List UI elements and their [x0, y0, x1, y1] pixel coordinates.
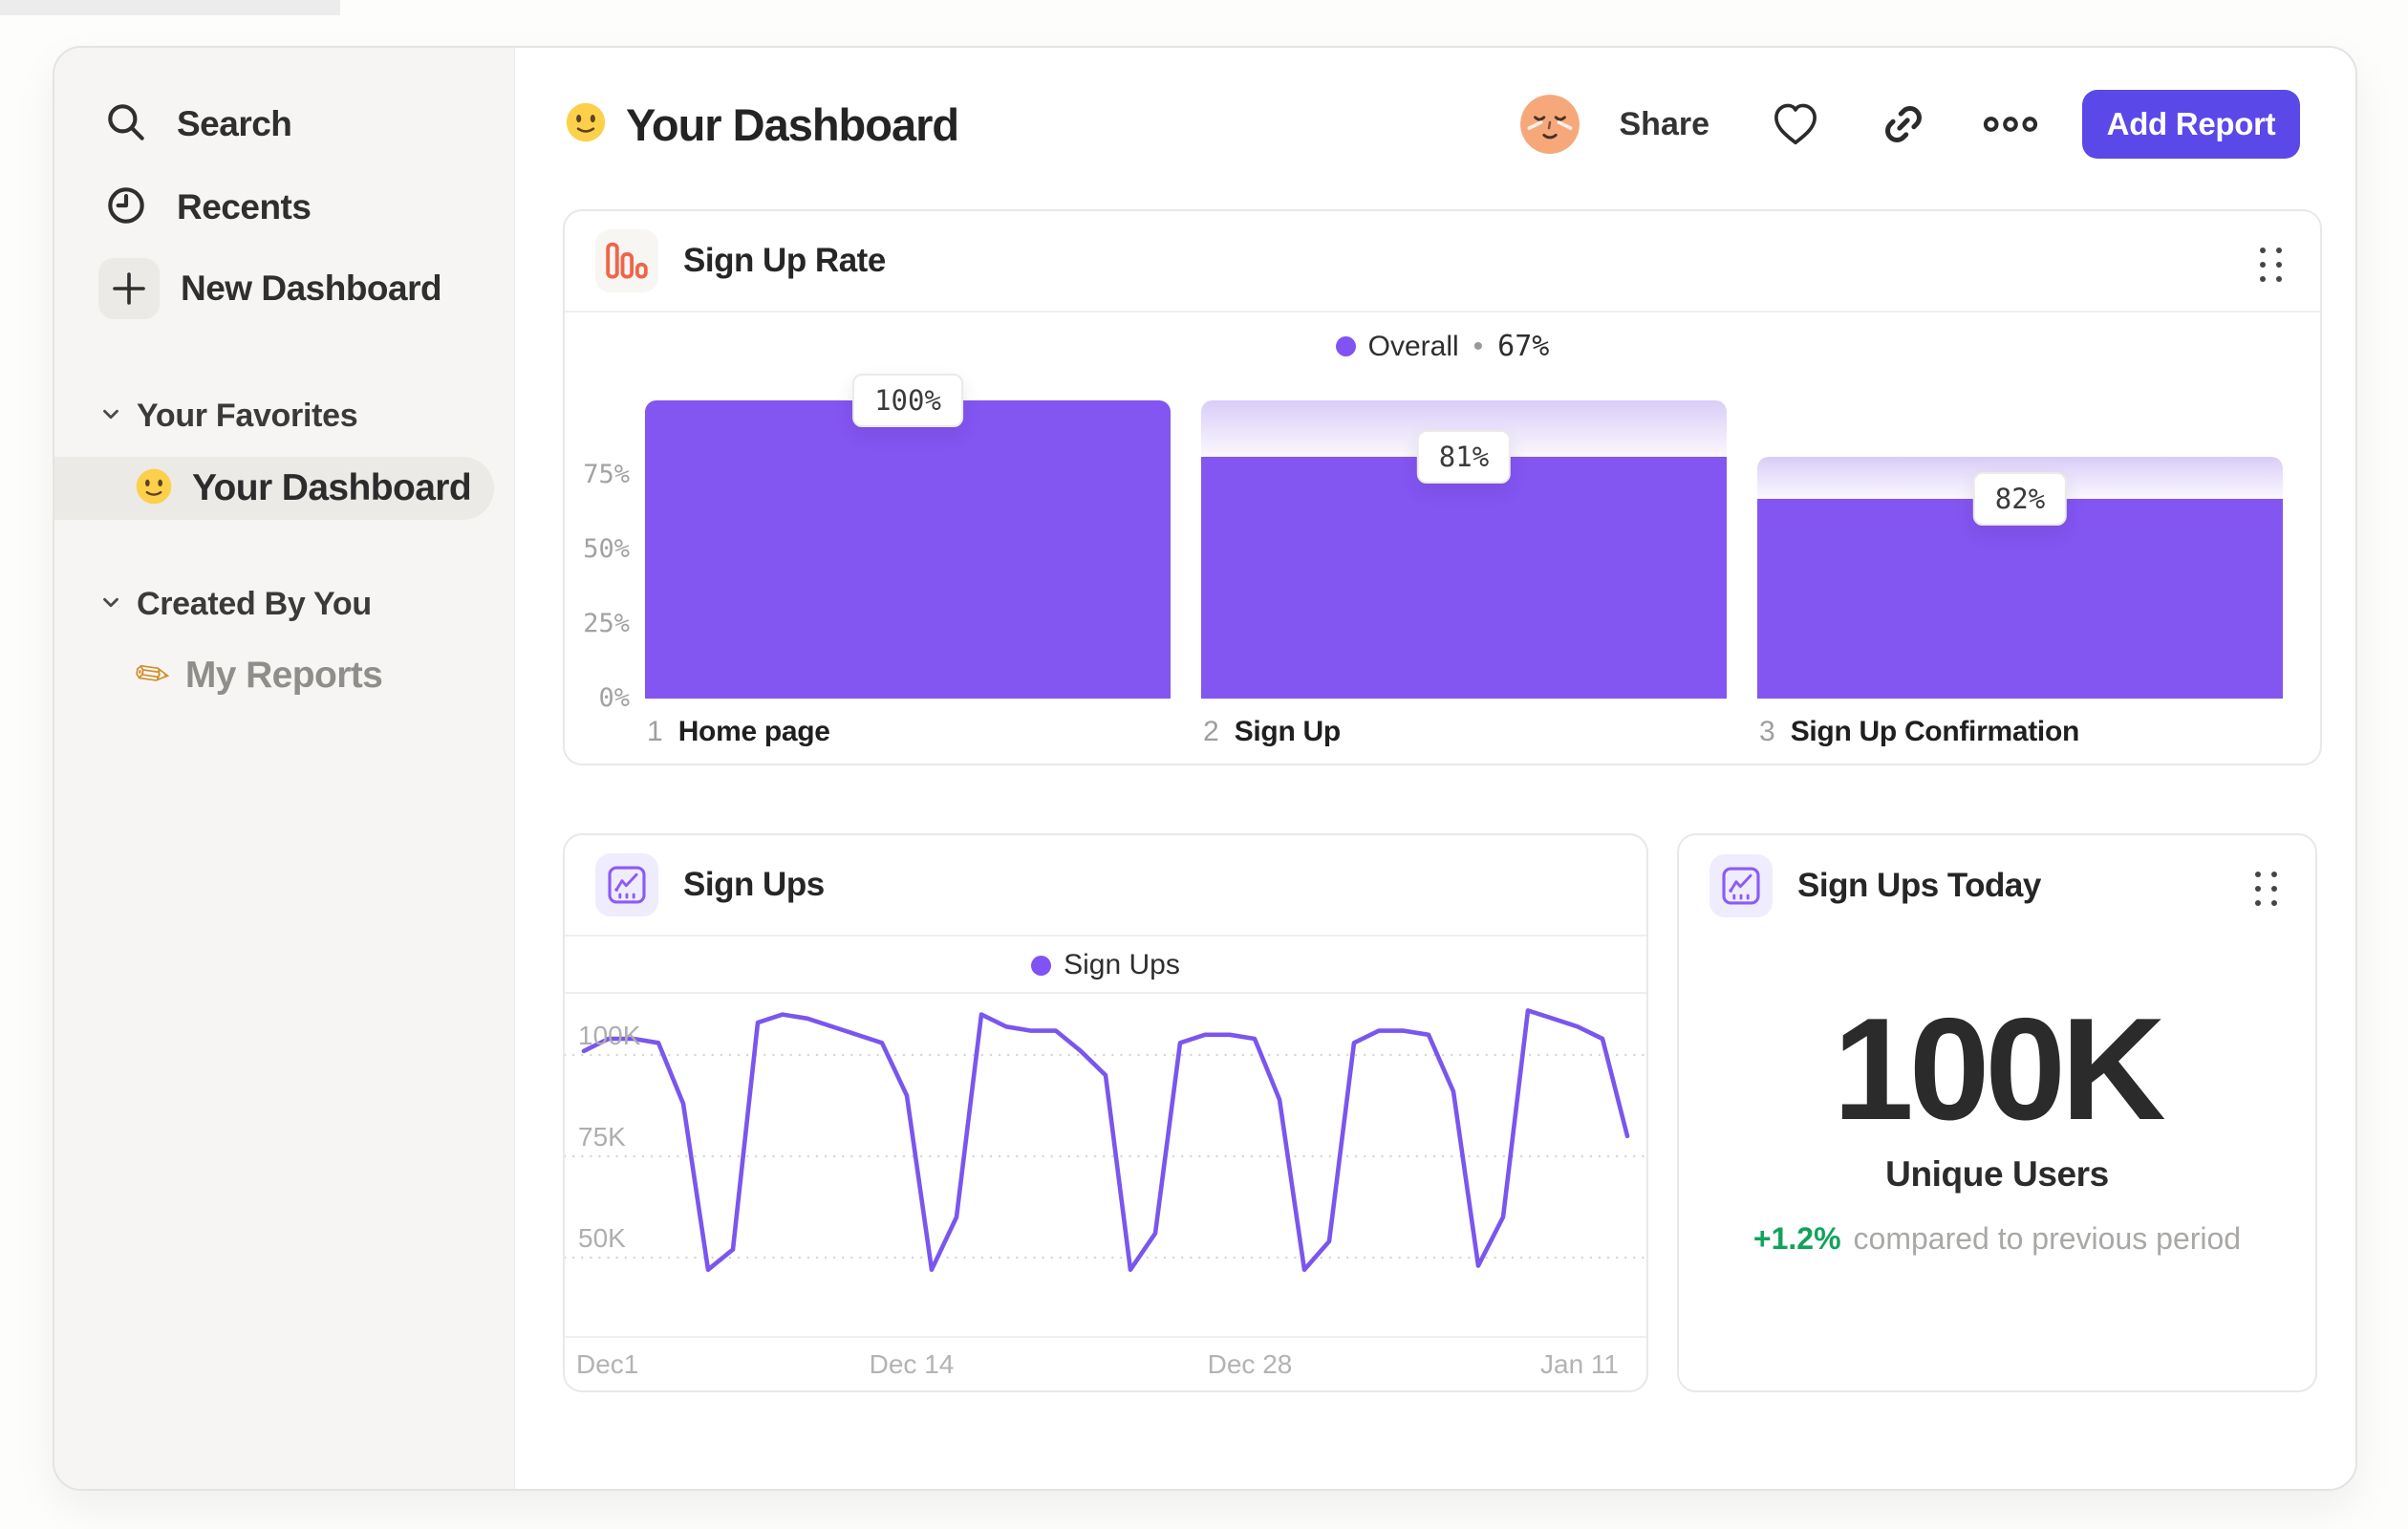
sign-ups-line-chart[interactable] — [565, 835, 1650, 1394]
x-tick: Dec 14 — [869, 1349, 955, 1379]
line-chart-icon — [1709, 854, 1773, 917]
legend-value: 67% — [1497, 330, 1550, 363]
y-tick: 75% — [583, 460, 630, 489]
sidebar-item-label: Recents — [177, 187, 312, 226]
funnel-legend: Overall • 67% — [565, 330, 2320, 363]
heart-icon[interactable] — [1769, 99, 1822, 149]
step-name: Sign Up Confirmation — [1790, 716, 2080, 747]
delta-context: compared to previous period — [1853, 1221, 2242, 1256]
y-tick: 50K — [578, 1223, 626, 1253]
funnel-bar-sign-up-confirmation[interactable]: 82% — [1757, 400, 2283, 699]
sidebar-item-label: My Reports — [184, 655, 383, 696]
card-sign-ups: Sign Ups Sign Ups 100K 75K 50K Dec1 Dec … — [563, 833, 1650, 1394]
add-report-button[interactable]: Add Report — [2082, 90, 2300, 159]
sidebar-item-my-reports[interactable]: ✏ My Reports — [131, 647, 383, 704]
y-tick: 50% — [583, 534, 630, 564]
dashboard-header: Your Dashboard Share Add Report — [565, 82, 2300, 166]
chevron-down-icon — [98, 401, 123, 431]
main-content: Your Dashboard Share Add Report Sign Up … — [515, 48, 2355, 1489]
sidebar-item-your-dashboard[interactable]: Your Dashboard — [54, 457, 494, 520]
link-icon[interactable] — [1878, 98, 1929, 150]
y-tick: 0% — [598, 683, 630, 713]
x-axis-line — [565, 1336, 1646, 1338]
funnel-value-chip: 82% — [1972, 471, 2068, 526]
funnel-chart-icon — [595, 229, 658, 292]
card-title: Sign Up Rate — [683, 242, 886, 279]
share-button[interactable]: Share — [1620, 106, 1710, 143]
sidebar-section-label: Your Favorites — [137, 398, 358, 434]
more-dots-icon[interactable] — [1983, 115, 2038, 134]
sidebar-section-created-by-you[interactable]: Created By You — [98, 586, 372, 623]
drag-handle[interactable] — [2260, 248, 2282, 282]
funnel-bar-solid — [1201, 457, 1727, 699]
y-tick: 75K — [578, 1122, 626, 1152]
x-tick: Dec 28 — [1207, 1349, 1293, 1379]
step-name: Sign Up — [1234, 716, 1342, 747]
drag-handle[interactable] — [2255, 872, 2277, 906]
card-sign-up-rate: Sign Up Rate Overall • 67% 75% 50% 25% 0… — [563, 209, 2322, 765]
avatar[interactable] — [1518, 93, 1581, 156]
page-title: Your Dashboard — [565, 98, 959, 151]
sidebar-item-label: Your Dashboard — [192, 467, 472, 508]
step-label: 2 Sign Up — [1203, 716, 1341, 748]
sidebar-section-label: Created By You — [137, 586, 372, 622]
delta-percent: +1.2% — [1752, 1221, 1841, 1256]
step-number: 1 — [647, 716, 663, 747]
metric-value: 100K — [1833, 988, 2165, 1151]
smiley-emoji-icon — [135, 467, 173, 510]
y-tick: 25% — [583, 609, 630, 638]
card-header: Sign Ups Today — [1679, 835, 2315, 937]
funnel-bar-home-page[interactable]: 100% — [645, 374, 1171, 699]
legend-separator: • — [1473, 330, 1484, 362]
sidebar-item-search[interactable]: Search — [102, 94, 292, 155]
x-tick: Dec1 — [576, 1349, 639, 1379]
header-actions: Share Add Report — [1518, 90, 2300, 159]
funnel-bar-solid — [1757, 498, 2283, 699]
card-sign-ups-today: Sign Ups Today 100K Unique Users +1.2% c… — [1677, 833, 2317, 1392]
legend-label: Overall — [1367, 330, 1459, 362]
sidebar-section-your-favorites[interactable]: Your Favorites — [98, 398, 358, 435]
screen-edge-artifact — [0, 0, 340, 15]
sidebar-item-new-dashboard[interactable]: New Dashboard — [98, 258, 442, 319]
step-label: 1 Home page — [647, 716, 830, 748]
sidebar-item-recents[interactable]: Recents — [102, 177, 312, 238]
x-tick: Jan 11 — [1540, 1349, 1619, 1379]
search-icon — [102, 98, 150, 151]
funnel-plot[interactable]: 100% 81% 82% — [645, 374, 2283, 699]
metric-label: Unique Users — [1885, 1154, 2109, 1194]
sidebar-item-label: New Dashboard — [181, 269, 442, 308]
step-number: 2 — [1203, 716, 1219, 747]
page-title-text: Your Dashboard — [626, 98, 959, 150]
smiley-emoji-icon — [565, 101, 607, 148]
plus-icon — [98, 258, 160, 319]
step-label: 3 Sign Up Confirmation — [1759, 716, 2079, 748]
sidebar-item-label: Search — [177, 104, 292, 143]
step-number: 3 — [1759, 716, 1775, 747]
metric-delta: +1.2% compared to previous period — [1679, 1221, 2315, 1257]
card-title: Sign Ups Today — [1797, 867, 2041, 904]
funnel-step-labels: 1 Home page 2 Sign Up 3 Sign Up Confirma… — [645, 716, 2283, 754]
funnel-value-chip: 100% — [852, 374, 963, 427]
funnel-bar-solid — [645, 400, 1171, 699]
legend-dot — [1335, 336, 1356, 356]
chevron-down-icon — [98, 590, 123, 619]
funnel-bar-sign-up[interactable]: 81% — [1201, 400, 1727, 699]
app-window: Search Recents New Dashboard Your Favori… — [53, 46, 2357, 1491]
clock-icon — [102, 182, 150, 234]
y-tick: 100K — [578, 1021, 641, 1050]
sidebar: Search Recents New Dashboard Your Favori… — [54, 48, 515, 1489]
step-name: Home page — [677, 716, 830, 747]
pencil-icon: ✏ — [131, 649, 174, 701]
funnel-value-chip: 81% — [1416, 430, 1512, 485]
card-header: Sign Up Rate — [565, 211, 2320, 312]
